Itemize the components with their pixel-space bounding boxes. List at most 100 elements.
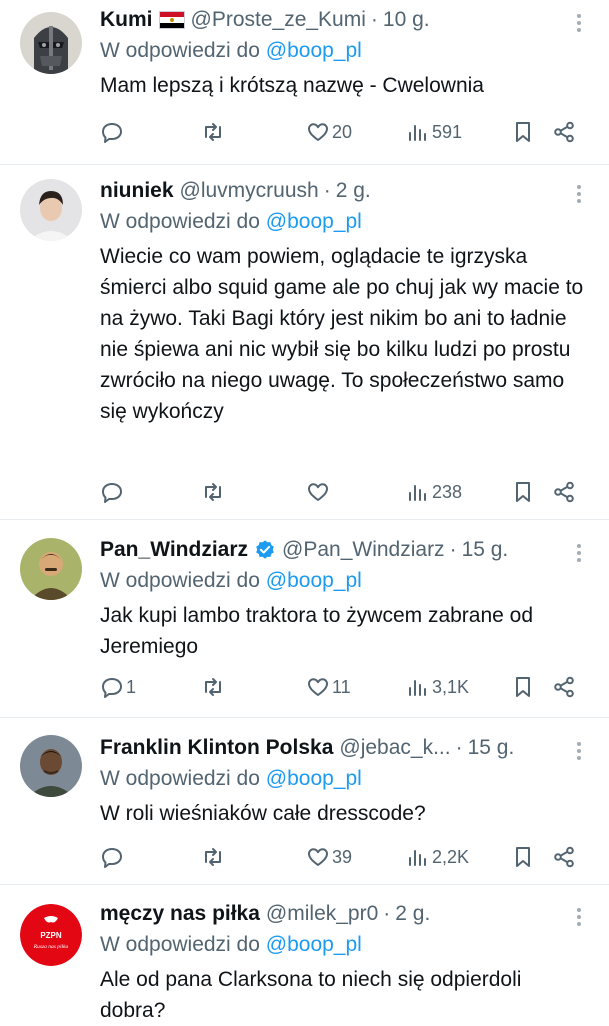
reply-button[interactable] <box>100 117 126 147</box>
display-name[interactable]: Pan_Windziarz <box>100 538 248 562</box>
timestamp[interactable]: 15 g. <box>468 736 515 760</box>
views-button[interactable]: 2,2K <box>406 842 469 872</box>
share-button[interactable] <box>552 477 576 507</box>
heart-icon <box>308 848 328 866</box>
verified-badge-icon <box>256 540 274 559</box>
tweet[interactable]: Franklin Klinton Polska @jebac_k... · 15… <box>0 718 609 885</box>
reply-button[interactable] <box>100 477 126 507</box>
tweet[interactable]: niuniek @luvmycruush · 2 g. W odpowiedzi… <box>0 165 609 520</box>
retweet-button[interactable] <box>201 672 225 702</box>
share-button[interactable] <box>552 672 576 702</box>
tweet-text: Jak kupi lambo traktora to żywcem zabran… <box>100 604 534 658</box>
bookmark-button[interactable] <box>511 672 535 702</box>
reply-mention-link[interactable]: @boop_pl <box>266 210 362 233</box>
bookmark-button[interactable] <box>511 842 535 872</box>
reply-context: W odpowiedzi do @boop_pl <box>100 930 589 960</box>
more-options-icon[interactable] <box>569 181 589 207</box>
separator-dot: · <box>455 736 463 759</box>
separator-dot: · <box>383 902 391 925</box>
user-handle[interactable]: @milek_pr0 <box>266 902 378 926</box>
reply-mention-link[interactable]: @boop_pl <box>266 569 362 592</box>
reply-context: W odpowiedzi do @boop_pl <box>100 36 589 66</box>
tweet[interactable]: Kumi @Proste_ze_Kumi · 10 g. W odpowiedz… <box>0 0 609 165</box>
tweet-text: Ale od pana Clarksona to niech się odpie… <box>100 968 522 1022</box>
avatar[interactable] <box>20 538 82 600</box>
tweet-text: Wiecie co wam powiem, oglądacie te igrzy… <box>100 245 584 423</box>
reply-count: 1 <box>126 676 137 697</box>
game-character-avatar <box>20 735 82 797</box>
tweet-header: Kumi @Proste_ze_Kumi · 10 g. <box>100 4 589 36</box>
timestamp[interactable]: 2 g. <box>395 902 430 926</box>
logo-text: PZPN <box>40 931 62 940</box>
reply-button[interactable]: 1 <box>100 672 136 702</box>
views-icon <box>409 850 426 866</box>
reply-mention-link[interactable]: @boop_pl <box>266 767 362 790</box>
tweet-text: Mam lepszą i krótszą nazwę - Cwelownia <box>100 74 484 97</box>
display-name[interactable]: męczy nas piłka <box>100 902 260 926</box>
user-handle[interactable]: @luvmycruush <box>180 179 319 203</box>
avatar[interactable] <box>20 735 82 797</box>
bookmark-button[interactable] <box>511 477 535 507</box>
bookmark-button[interactable] <box>511 117 535 147</box>
like-button[interactable]: 39 <box>306 842 352 872</box>
display-name[interactable]: Franklin Klinton Polska <box>100 736 333 760</box>
like-button[interactable] <box>306 477 332 507</box>
tweet-header: Franklin Klinton Polska @jebac_k... · 15… <box>100 732 589 764</box>
avatar[interactable] <box>20 179 82 241</box>
share-icon <box>554 481 574 503</box>
reply-prefix: W odpowiedzi do <box>100 210 260 233</box>
retweet-button[interactable] <box>201 842 225 872</box>
separator-dot: · <box>370 8 378 31</box>
retweet-button[interactable] <box>201 117 225 147</box>
display-name[interactable]: Kumi <box>100 8 153 32</box>
reply-icon <box>102 123 122 143</box>
share-button[interactable] <box>552 117 576 147</box>
bookmark-icon <box>516 847 530 867</box>
retweet-icon <box>205 123 221 141</box>
bookmark-icon <box>516 482 530 502</box>
share-icon <box>554 676 574 698</box>
like-button[interactable]: 20 <box>306 117 352 147</box>
share-button[interactable] <box>552 842 576 872</box>
separator-dot: · <box>323 179 331 202</box>
reply-icon <box>102 483 122 503</box>
timestamp[interactable]: 2 g. <box>336 179 371 203</box>
reply-context: W odpowiedzi do @boop_pl <box>100 566 589 596</box>
user-handle[interactable]: @Pan_Windziarz <box>282 538 445 562</box>
views-count: 238 <box>432 481 463 502</box>
retweet-icon <box>205 848 221 866</box>
like-button[interactable]: 11 <box>306 672 351 702</box>
timestamp[interactable]: 15 g. <box>462 538 509 562</box>
user-handle[interactable]: @Proste_ze_Kumi <box>191 8 366 32</box>
reply-mention-link[interactable]: @boop_pl <box>266 39 362 62</box>
like-count: 39 <box>332 846 353 867</box>
display-name[interactable]: niuniek <box>100 179 174 203</box>
more-options-icon[interactable] <box>569 738 589 764</box>
reply-icon <box>102 678 122 698</box>
more-options-icon[interactable] <box>569 904 589 930</box>
user-handle[interactable]: @jebac_k... <box>339 736 450 760</box>
views-icon <box>409 125 426 141</box>
reply-context: W odpowiedzi do @boop_pl <box>100 207 589 237</box>
more-options-icon[interactable] <box>569 10 589 36</box>
tweet-header: niuniek @luvmycruush · 2 g. <box>100 175 589 207</box>
views-count: 591 <box>432 121 463 142</box>
retweet-icon <box>205 678 221 696</box>
reply-button[interactable] <box>100 842 126 872</box>
tweet[interactable]: Pan_Windziarz @Pan_Windziarz · 15 g. W o… <box>0 520 609 718</box>
views-button[interactable]: 591 <box>406 117 462 147</box>
views-button[interactable]: 238 <box>406 477 462 507</box>
views-count: 2,2K <box>432 846 470 867</box>
more-options-icon[interactable] <box>569 540 589 566</box>
retweet-button[interactable] <box>201 477 225 507</box>
reply-mention-link[interactable]: @boop_pl <box>266 933 362 956</box>
avatar[interactable] <box>20 12 82 74</box>
reply-context: W odpowiedzi do @boop_pl <box>100 764 589 794</box>
tweet-actions: 39 2,2K <box>100 842 589 872</box>
views-button[interactable]: 3,1K <box>406 672 469 702</box>
avatar[interactable]: PZPN Rusza nas piłka <box>20 904 82 966</box>
tweet-actions: 20 591 <box>100 117 589 147</box>
tweet[interactable]: PZPN Rusza nas piłka męczy nas piłka @mi… <box>0 885 609 1024</box>
timestamp[interactable]: 10 g. <box>383 8 430 32</box>
views-count: 3,1K <box>432 676 470 697</box>
